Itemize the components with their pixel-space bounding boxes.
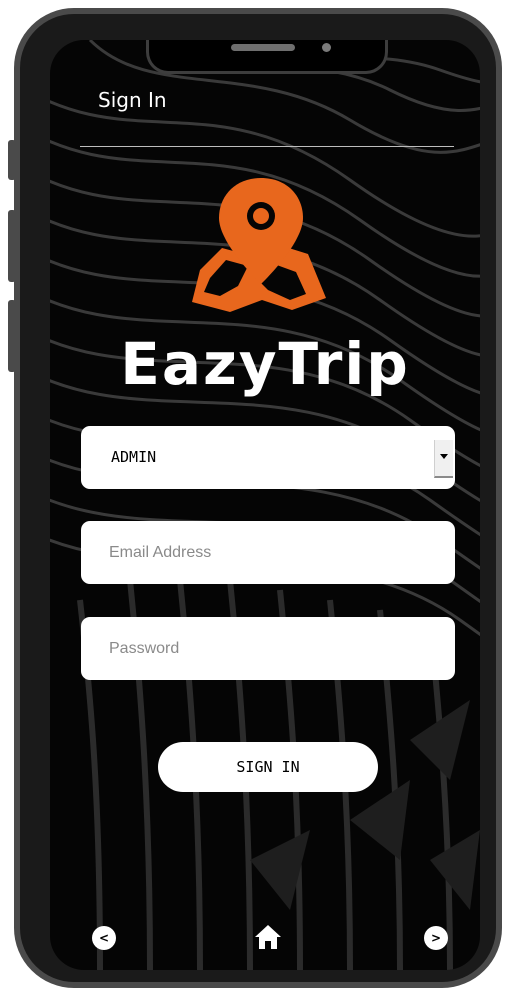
volume-down-button bbox=[8, 300, 16, 372]
password-field[interactable] bbox=[81, 617, 455, 680]
phone-notch bbox=[146, 40, 388, 74]
volume-up-button bbox=[8, 210, 16, 282]
sign-in-button[interactable]: SIGN IN bbox=[158, 742, 378, 792]
email-field[interactable] bbox=[81, 521, 455, 584]
role-select[interactable]: ADMIN bbox=[81, 426, 455, 489]
page-title: Sign In bbox=[98, 88, 167, 112]
chevron-right-icon[interactable]: > bbox=[424, 926, 448, 950]
title-divider bbox=[80, 146, 454, 147]
front-camera bbox=[322, 43, 331, 52]
role-select-value: ADMIN bbox=[111, 448, 157, 466]
home-icon[interactable] bbox=[253, 922, 283, 952]
mute-switch bbox=[8, 140, 16, 180]
phone-screen: Sign In EazyTrip ADMIN SIGN IN < > bbox=[50, 40, 480, 970]
password-field-container bbox=[81, 617, 455, 680]
brand-name: EazyTrip bbox=[120, 330, 410, 398]
map-pin-logo-icon bbox=[192, 178, 326, 312]
chevron-left-icon[interactable]: < bbox=[92, 926, 116, 950]
chevron-down-icon bbox=[440, 454, 448, 459]
speaker-grille bbox=[231, 44, 295, 51]
select-dropdown-button[interactable] bbox=[434, 440, 453, 478]
email-field-container bbox=[81, 521, 455, 584]
